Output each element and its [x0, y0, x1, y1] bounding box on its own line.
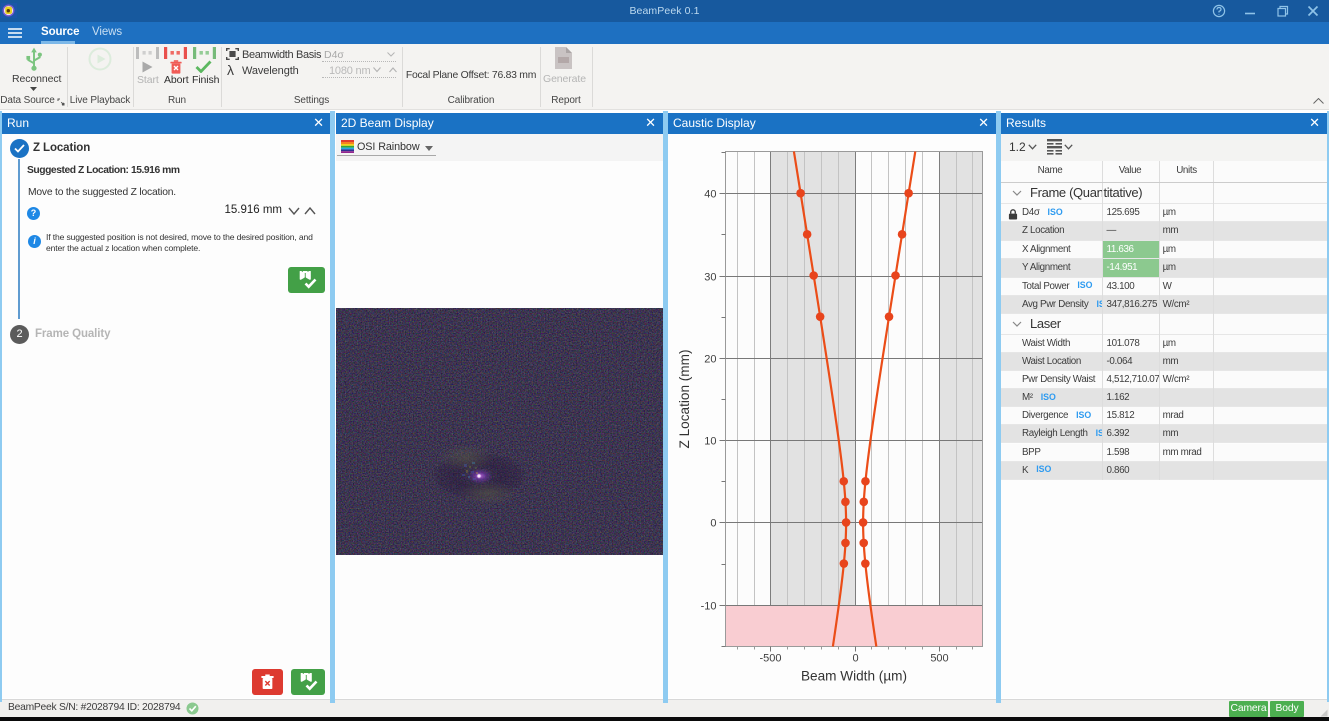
- svg-text:40: 40: [704, 189, 716, 201]
- svg-text:Z Location (mm): Z Location (mm): [677, 350, 692, 449]
- svg-text:10: 10: [704, 436, 716, 448]
- svg-text:20: 20: [704, 354, 716, 366]
- svg-text:500: 500: [930, 653, 948, 665]
- svg-text:30: 30: [704, 272, 716, 284]
- svg-text:0: 0: [710, 518, 716, 530]
- svg-text:Beam Width (µm): Beam Width (µm): [801, 669, 907, 684]
- svg-text:0: 0: [852, 653, 858, 665]
- svg-text:-500: -500: [759, 653, 781, 665]
- svg-text:-10: -10: [701, 601, 717, 613]
